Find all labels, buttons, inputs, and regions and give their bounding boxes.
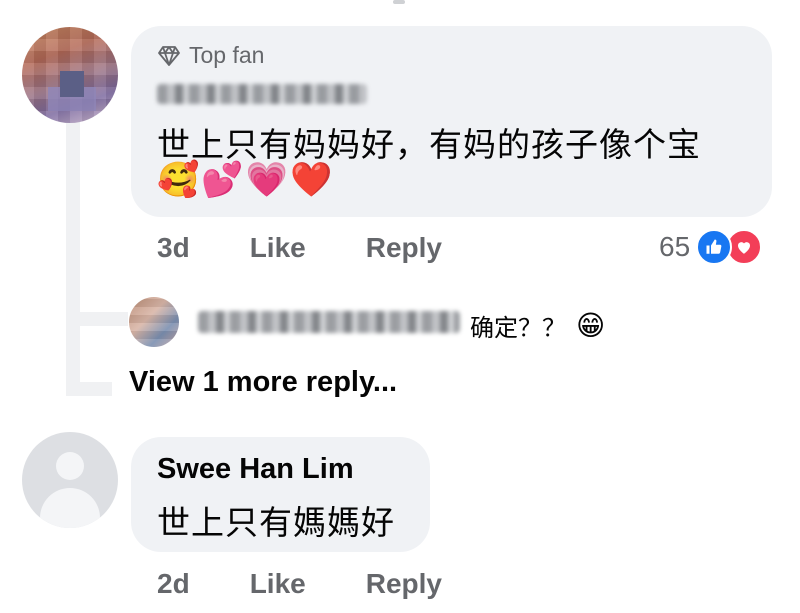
badge-label: Top fan xyxy=(189,42,265,68)
top-divider xyxy=(393,0,405,4)
default-avatar[interactable] xyxy=(22,432,118,528)
author-name[interactable]: Swee Han Lim xyxy=(157,453,354,486)
thread-branch xyxy=(66,312,128,326)
thread-line xyxy=(66,118,80,396)
view-more-replies-link[interactable]: View 1 more reply... xyxy=(129,366,397,399)
reply-button[interactable]: Reply xyxy=(366,568,442,600)
author-name-blurred[interactable] xyxy=(157,84,367,104)
like-button[interactable]: Like xyxy=(250,232,306,264)
thread-branch xyxy=(66,382,112,396)
timestamp[interactable]: 2d xyxy=(157,568,190,600)
reaction-count: 65 xyxy=(659,231,691,262)
like-icon xyxy=(696,229,733,265)
diamond-icon xyxy=(158,45,180,66)
comment-text: 世上只有妈妈好，有妈的孩子像个宝 xyxy=(157,126,701,163)
reply-author-blurred[interactable] xyxy=(198,311,460,333)
comment-text: 世上只有媽媽好 xyxy=(157,504,395,541)
reply-avatar[interactable] xyxy=(129,297,179,347)
comment-actions: 3d Like Reply xyxy=(157,232,502,264)
two-hearts-emoji: 💕 xyxy=(201,161,244,199)
grinning-emoji: 😁 xyxy=(576,310,606,341)
reply-button[interactable]: Reply xyxy=(366,232,442,264)
reply-preview[interactable]: 确定？？ 😁 xyxy=(470,308,605,343)
comment-actions: 2d Like Reply xyxy=(157,568,502,600)
red-heart-emoji: ❤️ xyxy=(290,161,333,199)
avatar[interactable] xyxy=(22,27,118,123)
comment-emojis: 🥰 💕 💗 ❤️ xyxy=(157,160,332,200)
like-button[interactable]: Like xyxy=(250,568,306,600)
timestamp[interactable]: 3d xyxy=(157,232,190,264)
reply-text: 确定？？ xyxy=(470,315,566,342)
top-fan-badge: Top fan xyxy=(157,42,264,69)
reaction-summary[interactable]: 65 xyxy=(659,229,763,265)
growing-heart-emoji: 💗 xyxy=(245,161,289,199)
smiling-hearts-emoji: 🥰 xyxy=(157,161,200,199)
